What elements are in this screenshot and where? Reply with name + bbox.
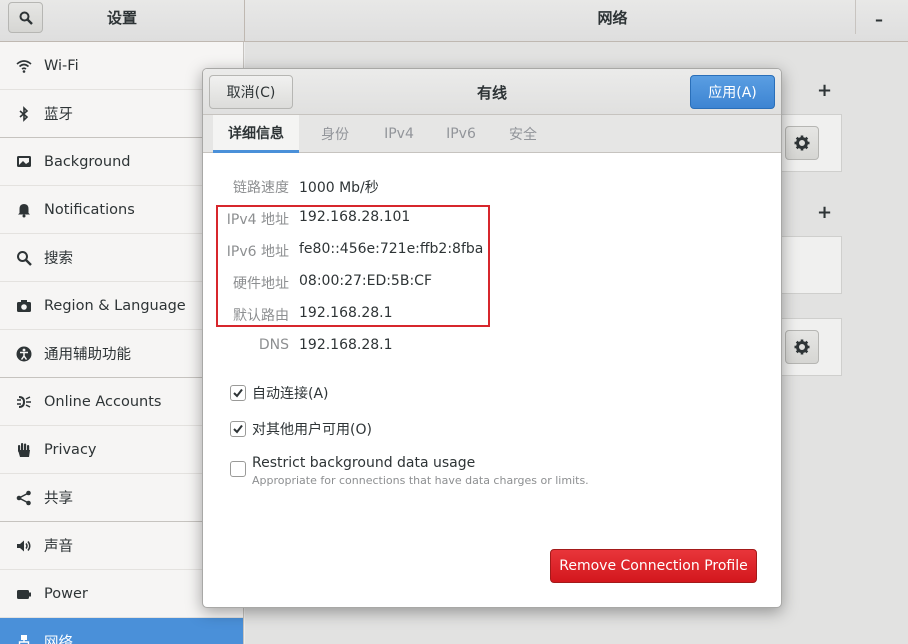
settings-title: 设置 [106,8,137,27]
all-users-row[interactable]: 对其他用户可用(O) [230,419,372,439]
highlight-box [216,205,490,327]
all-users-checkbox[interactable] [230,421,246,437]
gear-icon [794,339,810,355]
wired-settings-button[interactable] [785,126,819,160]
share-icon [16,490,32,506]
bell-icon [16,202,32,218]
proxy-settings-button[interactable] [785,330,819,364]
sidebar-item-label: 声音 [44,539,73,555]
gear-icon [794,135,810,151]
sidebar-item-label: Wi-Fi [44,57,79,74]
all-users-label: 对其他用户可用(O) [252,422,372,438]
restrict-data-row[interactable]: Restrict background data usage Appropria… [230,455,589,487]
tab-ipv6[interactable]: IPv6 [435,115,487,153]
restrict-data-label: Restrict background data usage [252,455,476,471]
tab-security[interactable]: 安全 [497,115,549,153]
panel-title: 网络 [597,8,628,27]
online-accounts-icon [16,394,32,410]
camera-icon [16,298,32,314]
apply-button[interactable]: 应用(A) [690,75,775,109]
add-connection-button[interactable]: + [817,80,832,101]
search-icon [16,250,32,266]
sidebar-item-label: 搜索 [44,251,73,267]
sidebar-item-label: Power [44,585,88,602]
dns-label: DNS [258,337,289,353]
network-icon [16,634,32,644]
cancel-button[interactable]: 取消(C) [209,75,293,109]
power-icon [16,586,32,602]
sidebar-item-label: 蓝牙 [44,107,73,123]
speaker-icon [16,538,32,554]
link-speed-label: 链路速度 [233,180,289,196]
hand-icon [16,442,32,458]
restrict-data-checkbox[interactable] [230,461,246,477]
auto-connect-row[interactable]: 自动连接(A) [230,383,329,403]
link-speed-value: 1000 Mb/秒 [299,180,379,196]
background-icon [16,154,32,170]
sidebar-item-label: 通用辅助功能 [44,347,131,363]
bluetooth-icon [16,105,32,122]
accessibility-icon [16,346,32,362]
sidebar-item-label: 网络 [44,635,73,644]
tab-identity[interactable]: 身份 [309,115,361,153]
sidebar-item-label: Online Accounts [44,393,162,410]
header-divider-right [855,0,856,34]
checkmark-icon [233,424,243,434]
remove-connection-button[interactable]: Remove Connection Profile [550,549,757,583]
dns-value: 192.168.28.1 [299,337,393,353]
sidebar-item-label: 共享 [44,491,73,507]
minimize-button[interactable]: – [866,6,892,32]
restrict-data-description: Appropriate for connections that have da… [252,474,589,487]
dialog-tabs: 详细信息 身份 IPv4 IPv6 安全 [203,115,781,153]
add-vpn-button[interactable]: + [817,202,832,223]
wifi-icon [16,58,32,74]
sidebar-item-label: Region & Language [44,297,186,314]
auto-connect-label: 自动连接(A) [252,386,329,402]
sidebar-item-network[interactable]: 网络 [0,618,243,644]
wired-connection-dialog: 有线 取消(C) 应用(A) 详细信息 身份 IPv4 IPv6 安全 链路速度… [202,68,782,608]
sidebar-item-label: Background [44,153,131,170]
tab-details[interactable]: 详细信息 [213,115,299,153]
checkmark-icon [233,388,243,398]
tab-ipv4[interactable]: IPv4 [373,115,425,153]
header-bar: 设置 网络 – [0,0,908,42]
auto-connect-checkbox[interactable] [230,385,246,401]
sidebar-item-label: Privacy [44,441,97,458]
sidebar-item-label: Notifications [44,201,135,218]
dialog-header: 有线 取消(C) 应用(A) [203,69,781,115]
